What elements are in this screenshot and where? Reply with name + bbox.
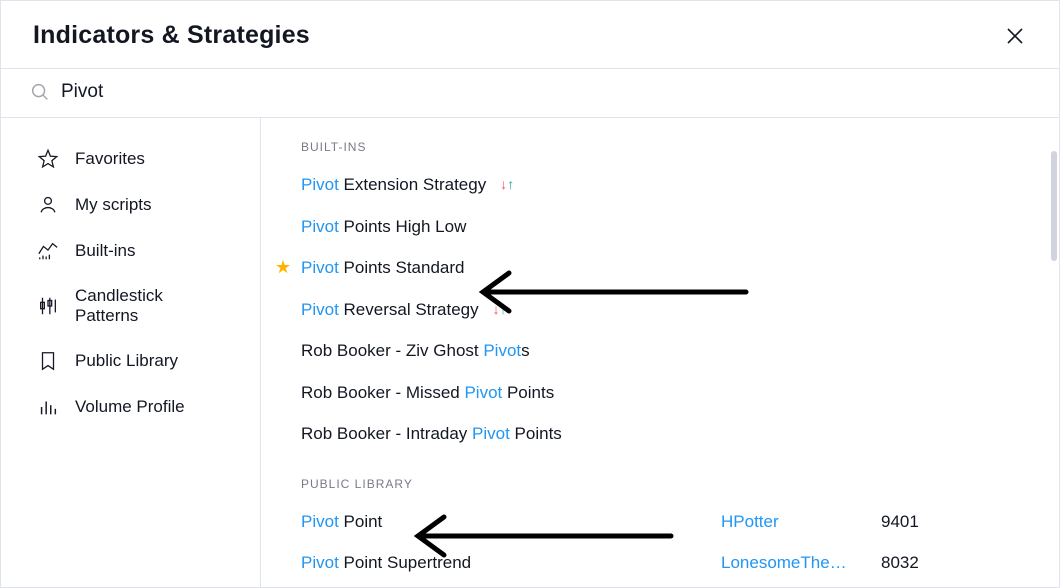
section-heading-builtins: BUILT-INS <box>261 136 1059 164</box>
rest-text: Point Supertrend <box>339 553 471 572</box>
result-item[interactable]: Pivot Reversal Strategy ↓↑ <box>261 289 1059 331</box>
sidebar: Favorites My scripts Built-ins Candlesti… <box>1 118 261 587</box>
match-text: Pivot <box>472 424 510 443</box>
result-item[interactable]: Rob Booker - Intraday Pivot Points <box>261 413 1059 455</box>
result-item[interactable]: Rob Booker - Missed Pivot Points <box>261 372 1059 414</box>
section-heading-public: PUBLIC LIBRARY <box>261 455 1059 501</box>
rest-text: Points High Low <box>339 217 467 236</box>
rest-text: Point <box>339 512 382 531</box>
close-button[interactable] <box>1003 24 1027 48</box>
rest-text: Points <box>510 424 562 443</box>
sidebar-item-label: Volume Profile <box>75 397 185 417</box>
rest-text: s <box>521 341 530 360</box>
match-text: Pivot <box>464 383 502 402</box>
rest-text: Points Standard <box>339 258 465 277</box>
sidebar-item-label: Candlestick Patterns <box>75 286 230 326</box>
star-icon <box>37 148 59 170</box>
match-text: Pivot <box>301 175 339 194</box>
modal-title: Indicators & Strategies <box>33 21 310 50</box>
author-link[interactable]: LonesomeThe… <box>721 550 881 576</box>
result-item[interactable]: Pivot Point Supertrend LonesomeThe… 8032 <box>261 542 1059 584</box>
close-icon <box>1003 24 1027 48</box>
sidebar-item-label: Favorites <box>75 149 145 169</box>
modal-header: Indicators & Strategies <box>1 1 1059 68</box>
user-icon <box>37 194 59 216</box>
result-item[interactable]: Pivot Point HPotter 9401 <box>261 501 1059 543</box>
sidebar-item-favorites[interactable]: Favorites <box>1 136 260 182</box>
content: Favorites My scripts Built-ins Candlesti… <box>1 118 1059 587</box>
scrollbar-thumb[interactable] <box>1051 151 1057 261</box>
results-pane: BUILT-INS Pivot Extension Strategy ↓↑ Pi… <box>261 118 1059 587</box>
result-item[interactable]: ★ Pivot Points Standard <box>261 247 1059 289</box>
result-item[interactable]: Pivot Extension Strategy ↓↑ <box>261 164 1059 206</box>
author-link[interactable]: HPotter <box>721 509 881 535</box>
sidebar-item-myscripts[interactable]: My scripts <box>1 182 260 228</box>
result-item[interactable]: Rob Booker - Ziv Ghost Pivots <box>261 330 1059 372</box>
favorite-star-icon: ★ <box>275 254 291 281</box>
match-text: Pivot <box>301 217 339 236</box>
match-text: Pivot <box>301 300 339 319</box>
sidebar-item-volume[interactable]: Volume Profile <box>1 384 260 430</box>
prefix-text: Rob Booker - Missed <box>301 383 464 402</box>
sidebar-item-candles[interactable]: Candlestick Patterns <box>1 274 260 338</box>
search-icon <box>29 81 51 103</box>
sidebar-item-label: My scripts <box>75 195 152 215</box>
rest-text: Extension Strategy <box>339 175 486 194</box>
strategy-icon: ↓↑ <box>500 174 514 195</box>
sidebar-item-builtins[interactable]: Built-ins <box>1 228 260 274</box>
candles-icon <box>37 295 59 317</box>
search-input[interactable] <box>61 81 1031 103</box>
sidebar-item-label: Built-ins <box>75 241 135 261</box>
prefix-text: Rob Booker - Intraday <box>301 424 472 443</box>
likes-count: 9401 <box>881 509 961 535</box>
search-row <box>1 68 1059 118</box>
likes-count: 8032 <box>881 550 961 576</box>
prefix-text: Rob Booker - Ziv Ghost <box>301 341 483 360</box>
match-text: Pivot <box>301 258 339 277</box>
sidebar-item-label: Public Library <box>75 351 178 371</box>
sidebar-item-public[interactable]: Public Library <box>1 338 260 384</box>
match-text: Pivot <box>301 553 339 572</box>
strategy-icon: ↓↑ <box>493 299 507 320</box>
result-item[interactable]: Pivot Points High Low <box>261 206 1059 248</box>
match-text: Pivot <box>483 341 521 360</box>
indicators-modal: Indicators & Strategies Favorites My scr… <box>1 1 1059 587</box>
bookmark-icon <box>37 350 59 372</box>
rest-text: Reversal Strategy <box>339 300 479 319</box>
rest-text: Points <box>502 383 554 402</box>
builtins-icon <box>37 240 59 262</box>
volume-icon <box>37 396 59 418</box>
match-text: Pivot <box>301 512 339 531</box>
